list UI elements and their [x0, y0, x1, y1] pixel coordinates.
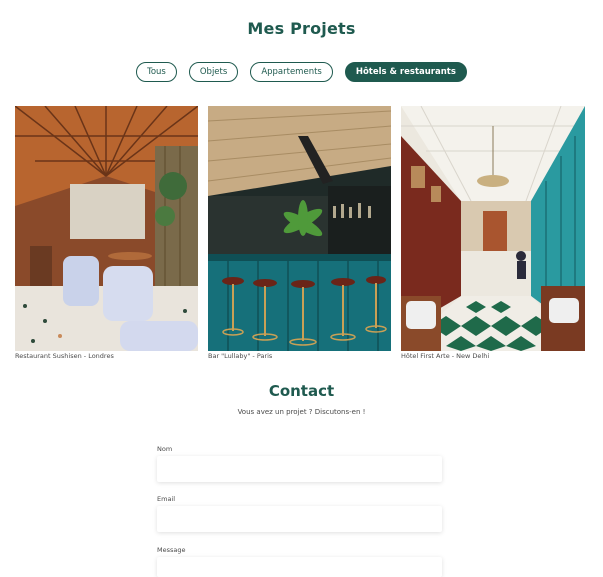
project-caption: Hôtel First Arte - New Delhi [401, 352, 490, 360]
filter-bar: Tous Objets Appartements Hôtels & restau… [0, 62, 603, 82]
project-image-lullaby[interactable] [208, 106, 391, 351]
project-card-lullaby[interactable]: Bar "Lullaby" - Paris [208, 106, 391, 360]
filter-all[interactable]: Tous [136, 62, 177, 82]
message-input[interactable] [157, 557, 442, 577]
filter-hotels-restaurants[interactable]: Hôtels & restaurants [344, 62, 467, 82]
project-image-sushisen[interactable] [15, 106, 198, 351]
page-title: Mes Projets [247, 19, 356, 38]
name-label: Nom [157, 445, 173, 453]
message-label: Message [157, 546, 186, 554]
email-input[interactable] [157, 506, 442, 532]
project-card-sushisen[interactable]: Restaurant Sushisen - Londres [15, 106, 198, 360]
contact-subtitle: Vous avez un projet ? Discutons-en ! [237, 408, 366, 416]
email-label: Email [157, 495, 176, 503]
contact-title: Contact [268, 382, 335, 400]
project-card-first-arte[interactable]: Hôtel First Arte - New Delhi [401, 106, 585, 360]
filter-objects[interactable]: Objets [188, 62, 239, 82]
project-caption: Restaurant Sushisen - Londres [15, 352, 114, 360]
project-image-first-arte[interactable] [401, 106, 585, 351]
name-input[interactable] [157, 456, 442, 482]
filter-apartments[interactable]: Appartements [250, 62, 333, 82]
project-caption: Bar "Lullaby" - Paris [208, 352, 273, 360]
